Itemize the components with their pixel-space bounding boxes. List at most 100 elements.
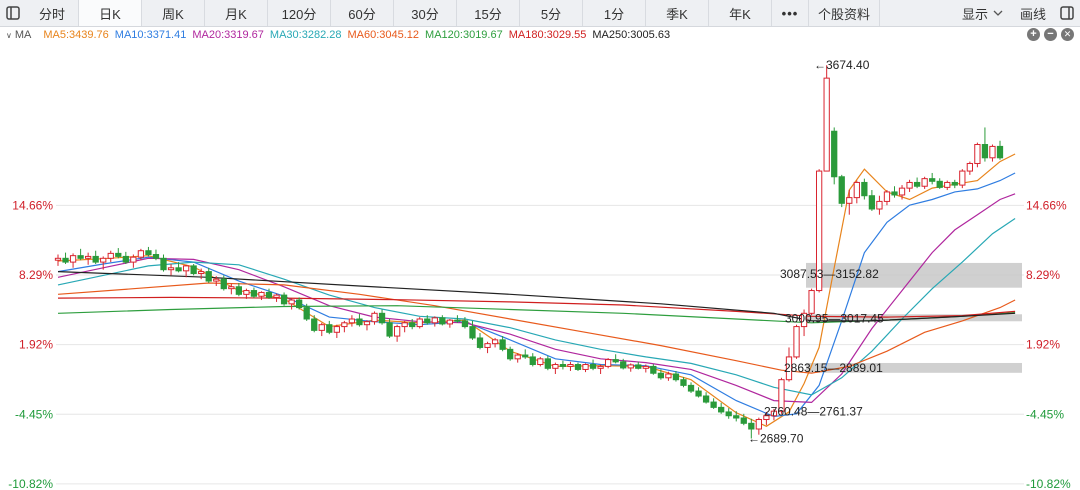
candle-body [831,130,838,178]
candle-body [883,191,891,202]
candle-body [446,319,454,325]
candle-body [612,359,619,363]
candle [597,364,604,374]
tab-2[interactable]: 周K [142,0,205,26]
candle-body [378,312,386,324]
candle [363,320,371,331]
candle [280,292,288,306]
candle-body [627,364,634,369]
tab-1[interactable]: 日K [79,0,142,26]
tab-13[interactable]: 个股资料 [809,0,880,26]
price-annotation: 2760.48—2761.37 [764,405,863,419]
candle-body [54,257,62,261]
candle [273,293,280,302]
tab-9[interactable]: 1分 [583,0,646,26]
candle-body [657,372,665,379]
panel-toggle-icon[interactable] [0,0,26,26]
zoom-in-icon[interactable]: + [1027,28,1040,41]
tab-7[interactable]: 15分 [457,0,520,26]
ma-legend-item: MA5:3439.76 [43,29,109,41]
candle [921,176,928,189]
candle-body [371,312,378,323]
candle [725,408,732,419]
candle-body [567,364,574,367]
candle [439,315,446,326]
candle-body [115,252,122,257]
ma-toggle[interactable]: ∨ MA [6,29,37,41]
candle-body [672,373,680,381]
candle [567,361,574,371]
ma-legend-item: MA10:3371.41 [114,29,187,41]
candle-body [597,365,604,369]
candle [401,320,408,333]
candle-body [424,318,431,324]
candle-body [989,145,996,159]
more-tabs-button[interactable]: ••• [772,0,809,26]
candle-body [951,181,958,186]
candle-body [175,267,182,272]
candle [507,346,514,361]
y-tick-left: 8.29% [19,268,53,282]
candle-body [348,318,356,324]
candle [913,177,921,189]
candle [906,179,913,192]
candle [386,319,393,338]
candle-body [85,255,92,259]
ma-legend-item: MA120:3019.67 [425,29,503,41]
candle [883,190,891,206]
tab-6[interactable]: 30分 [394,0,457,26]
tab-0[interactable]: 分时 [26,0,79,26]
ma-collapse-icon: ∨ [6,31,12,40]
candle [167,264,175,276]
candle [702,392,710,404]
candle-body [695,390,702,397]
candle-body [876,200,883,210]
tab-4[interactable]: 120分 [268,0,331,26]
candle-body [273,294,280,298]
candle [514,353,521,363]
close-icon[interactable]: ✕ [1061,28,1074,41]
candle [235,282,243,297]
zoom-out-icon[interactable]: − [1044,28,1057,41]
candle [491,337,499,348]
candle-body [469,326,476,339]
candle [876,195,883,215]
candle-body [981,144,989,159]
tab-11[interactable]: 年K [709,0,772,26]
candle [650,364,657,375]
candle-body [439,317,446,325]
candle [258,291,265,301]
candle-body [296,299,303,309]
candle-body [921,178,928,187]
candle-body [635,364,642,369]
display-dropdown[interactable]: 显示 [954,0,1012,26]
candle-body [891,191,898,196]
candle-body [243,290,250,295]
candle-body [491,339,499,345]
period-tabs: 分时 日K 周K 月K 120分 60分 30分 15分 5分 1分 季K 年K ••• 个股资料 [26,0,880,26]
candle-body [122,255,129,263]
candle [552,362,559,374]
candle-body [461,320,469,328]
tab-10[interactable]: 季K [646,0,709,26]
candle-body [220,278,227,290]
candle [974,142,981,168]
tab-3[interactable]: 月K [205,0,268,26]
candle-body [341,322,348,328]
candle-body [823,77,830,172]
panel-toggle-right-icon[interactable] [1054,0,1080,26]
kline-chart[interactable]: 14.66% 14.66% 8.29% 8.29% 1.92% 1.92% -4.45% -4… [0,44,1080,490]
ma-items: MA5:3439.76 MA10:3371.41 MA20:3319.67 MA30:… [43,29,676,41]
candle [92,250,99,264]
candle [838,174,845,208]
candle [823,65,830,172]
draw-line-button[interactable]: 画线 [1012,0,1054,26]
candle [160,254,167,272]
tab-5[interactable]: 60分 [331,0,394,26]
candle-body [582,364,589,370]
candle-body [476,337,484,348]
candle-body [265,291,273,298]
candle [205,267,212,283]
tab-8[interactable]: 5分 [520,0,583,26]
y-tick-right: 14.66% [1026,198,1067,212]
